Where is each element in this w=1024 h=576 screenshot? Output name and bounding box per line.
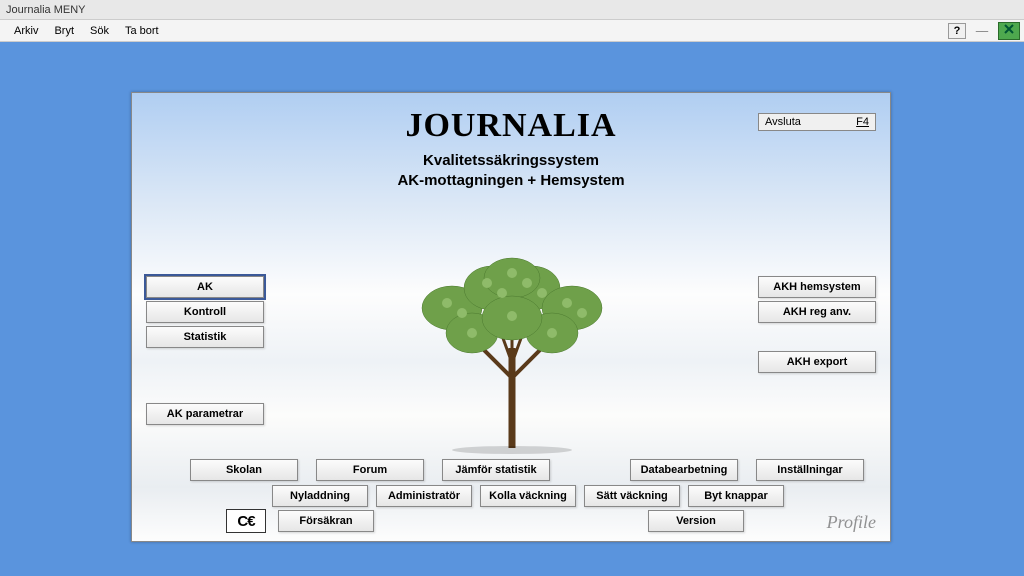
window-title: Journalia MENY (6, 4, 85, 16)
button-row-2: Nyladdning Administratör Kolla väckning … (272, 485, 784, 507)
minimize-button[interactable]: __ (972, 23, 992, 39)
akh-hemsystem-button[interactable]: AKH hemsystem (758, 276, 876, 298)
button-row-1: Skolan Forum Jämför statistik Databearbe… (190, 459, 864, 481)
kontroll-button[interactable]: Kontroll (146, 301, 264, 323)
kolla-vackning-button[interactable]: Kolla väckning (480, 485, 576, 507)
databearbetning-button[interactable]: Databearbetning (630, 459, 738, 481)
nyladdning-button[interactable]: Nyladdning (272, 485, 368, 507)
menu-arkiv[interactable]: Arkiv (6, 22, 46, 40)
satt-vackning-button[interactable]: Sätt väckning (584, 485, 680, 507)
window-titlebar: Journalia MENY (0, 0, 1024, 20)
forsakran-button[interactable]: Försäkran (278, 510, 374, 532)
close-button[interactable] (998, 22, 1020, 40)
skolan-button[interactable]: Skolan (190, 459, 298, 481)
tree-illustration (402, 238, 622, 458)
menu-ta-bort[interactable]: Ta bort (117, 22, 167, 40)
administrator-button[interactable]: Administratör (376, 485, 472, 507)
akh-export-button[interactable]: AKH export (758, 351, 876, 373)
avsluta-button[interactable]: Avsluta F4 (758, 113, 876, 131)
button-row-3: C€ Försäkran Version (226, 509, 864, 533)
profile-logo: Profile (827, 512, 876, 533)
avsluta-key: F4 (856, 116, 869, 128)
ce-mark: C€ (226, 509, 266, 533)
jamfor-statistik-button[interactable]: Jämför statistik (442, 459, 550, 481)
right-button-group: AKH hemsystem AKH reg anv. (758, 276, 876, 323)
app-subtitle: Kvalitetssäkringssystem AK-mottagningen … (132, 151, 890, 192)
installningar-button[interactable]: Inställningar (756, 459, 864, 481)
menu-bryt[interactable]: Bryt (46, 22, 82, 40)
menu-sok[interactable]: Sök (82, 22, 117, 40)
forum-button[interactable]: Forum (316, 459, 424, 481)
main-panel: Avsluta F4 JOURNALIA Kvalitetssäkringssy… (131, 92, 891, 542)
ak-button[interactable]: AK (146, 276, 264, 298)
avsluta-label: Avsluta (765, 116, 801, 128)
statistik-button[interactable]: Statistik (146, 326, 264, 348)
close-icon (1003, 23, 1015, 35)
left-button-group: AK Kontroll Statistik (146, 276, 264, 348)
window-controls: ? __ (948, 22, 1020, 40)
ak-parametrar-button[interactable]: AK parametrar (146, 403, 264, 425)
menubar: Arkiv Bryt Sök Ta bort ? __ (0, 20, 1024, 42)
version-button[interactable]: Version (648, 510, 744, 532)
byt-knappar-button[interactable]: Byt knappar (688, 485, 784, 507)
akh-reg-anv-button[interactable]: AKH reg anv. (758, 301, 876, 323)
app-body: Avsluta F4 JOURNALIA Kvalitetssäkringssy… (0, 42, 1024, 576)
help-button[interactable]: ? (948, 23, 966, 39)
